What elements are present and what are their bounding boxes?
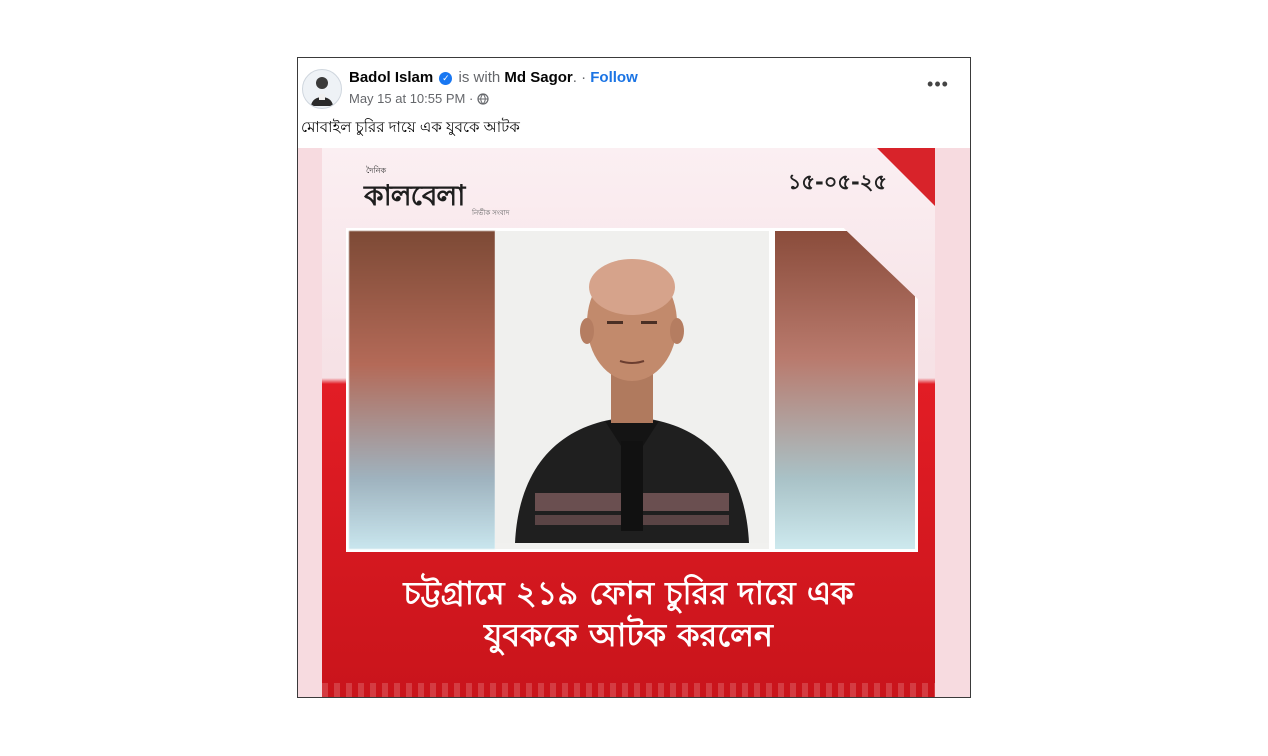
avatar-person-icon xyxy=(311,77,333,106)
person-illustration xyxy=(495,231,769,543)
blurred-panel-left xyxy=(349,231,495,549)
news-headline: চট্টগ্রামে ২১৯ ফোন চুরির দায়ে এক যুবককে… xyxy=(342,572,915,656)
is-with-text: is with xyxy=(458,69,501,86)
author-name[interactable]: Badol Islam xyxy=(349,69,433,86)
post-caption: মোবাইল চুরির দায়ে এক যুবকে আটক xyxy=(301,119,520,136)
photo-frame xyxy=(346,228,918,552)
separator: . · xyxy=(572,69,587,86)
facebook-post: Badol Islam ✓ is with Md Sagor. · Follow… xyxy=(297,57,971,698)
author-avatar[interactable] xyxy=(302,69,342,109)
post-header: Badol Islam ✓ is with Md Sagor. · Follow… xyxy=(298,58,970,148)
post-timestamp[interactable]: May 15 at 10:55 PM · xyxy=(349,91,473,106)
more-options-icon[interactable]: ••• xyxy=(926,75,950,96)
headline-line-2: যুবককে আটক করলেন xyxy=(483,616,774,654)
news-card: দৈনিক কালবেলা নির্ভীক সংবাদ ১৫-০৫-২৫ চট্… xyxy=(322,148,935,697)
person-photo xyxy=(495,231,769,549)
globe-icon xyxy=(477,93,489,109)
logo-wordmark: কালবেলা xyxy=(364,179,465,212)
news-date: ১৫-০৫-২৫ xyxy=(787,170,887,194)
kalbela-logo: দৈনিক কালবেলা নির্ভীক সংবাদ xyxy=(364,164,544,217)
logo-tagline: নির্ভীক সংবাদ xyxy=(472,210,510,217)
decorative-dots xyxy=(322,683,935,697)
verified-badge-icon: ✓ xyxy=(439,72,453,85)
post-image[interactable]: দৈনিক কালবেলা নির্ভীক সংবাদ ১৫-০৫-২৫ চট্… xyxy=(298,148,970,697)
follow-button[interactable]: Follow xyxy=(590,69,638,86)
headline-line-1: চট্টগ্রামে ২১৯ ফোন চুরির দায়ে এক xyxy=(403,574,854,612)
blurred-panel-right xyxy=(775,231,915,549)
tagged-person[interactable]: Md Sagor xyxy=(504,69,572,86)
